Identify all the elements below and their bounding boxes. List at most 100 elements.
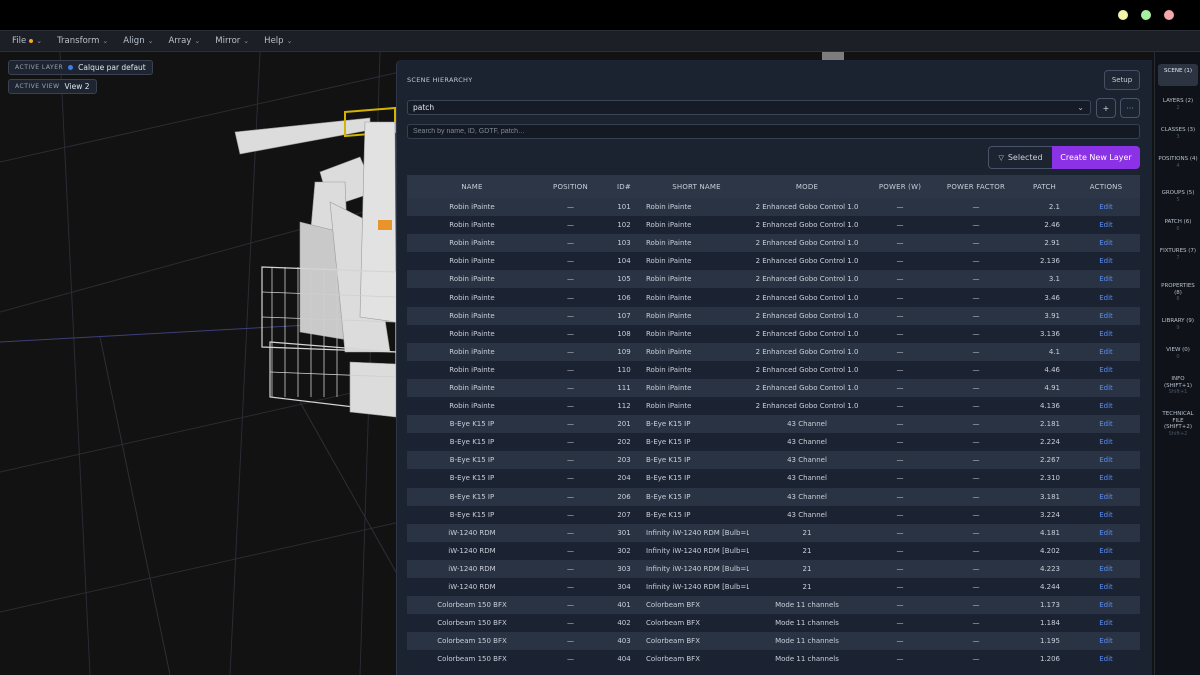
- edit-link[interactable]: Edit: [1099, 493, 1113, 501]
- sidebar-tab-fixtures[interactable]: FIXTURES (7) 7: [1158, 244, 1198, 272]
- column-header[interactable]: SHORT NAME: [644, 175, 749, 198]
- patch-cell: 4.223: [1017, 559, 1072, 578]
- maximize-button[interactable]: [1141, 10, 1151, 20]
- edit-link[interactable]: Edit: [1099, 221, 1113, 229]
- table-row[interactable]: iW-1240 RDM —302 Infinity iW-1240 RDM [Bul…: [407, 541, 1140, 560]
- table-row[interactable]: B-Eye K15 IP —204 B-Eye K15 IP 43 Channel — —…: [407, 469, 1140, 488]
- table-row[interactable]: Colorbeam 150 BFX —403 Colorbeam BFX Mode 1…: [407, 632, 1140, 651]
- sidebar-tab-view[interactable]: VIEW (0) 0: [1158, 343, 1198, 365]
- table-row[interactable]: iW-1240 RDM —301 Infinity iW-1240 RDM [Bul…: [407, 523, 1140, 542]
- table-row[interactable]: Robin iPainte —106 Robin iPainte 2 Enhanced…: [407, 288, 1140, 307]
- edit-link[interactable]: Edit: [1099, 637, 1113, 645]
- menu-align[interactable]: Align ⌄: [123, 36, 153, 46]
- sidebar-tab-patch[interactable]: PATCH (6) 6: [1158, 215, 1198, 237]
- table-row[interactable]: Robin iPainte —108 Robin iPainte 2 Enhanced…: [407, 324, 1140, 343]
- filter-selected-button[interactable]: ▽ Selected: [988, 146, 1052, 169]
- menu-array[interactable]: Array ⌄: [168, 36, 200, 46]
- fixture-id: 402: [604, 614, 644, 633]
- edit-link[interactable]: Edit: [1099, 257, 1113, 265]
- fixture-id: 302: [604, 541, 644, 560]
- table-row[interactable]: Robin iPainte —111 Robin iPainte 2 Enhanced…: [407, 378, 1140, 398]
- table-row[interactable]: Colorbeam 150 BFX —402 Colorbeam BFX Mode 1…: [407, 614, 1140, 633]
- table-row[interactable]: Colorbeam 150 BFX —401 Colorbeam BFX Mode 1…: [407, 596, 1140, 615]
- menu-transform[interactable]: Transform ⌄: [57, 36, 108, 46]
- menu-help[interactable]: Help ⌄: [264, 36, 292, 46]
- edit-link[interactable]: Edit: [1099, 655, 1113, 663]
- column-header[interactable]: POSITION: [537, 175, 604, 198]
- sidebar-tab-layers[interactable]: LAYERS (2) 2: [1158, 94, 1198, 116]
- sidebar-tab-groups[interactable]: GROUPS (5) 5: [1158, 186, 1198, 208]
- table-row[interactable]: Robin iPainte —110 Robin iPainte 2 Enhanced…: [407, 360, 1140, 379]
- sidebar-tab-technical[interactable]: TECHNICAL FILE (SHIFT+2) Shift+2: [1158, 407, 1198, 441]
- sidebar-tab-info[interactable]: INFO (SHIFT+1) Shift+1: [1158, 372, 1198, 400]
- edit-link[interactable]: Edit: [1099, 402, 1113, 410]
- edit-link[interactable]: Edit: [1099, 438, 1113, 446]
- add-button[interactable]: +: [1096, 98, 1116, 118]
- column-header[interactable]: NAME: [407, 175, 537, 198]
- active-layer-chip[interactable]: ACTIVE LAYER Calque par defaut: [8, 60, 153, 75]
- table-row[interactable]: Robin iPainte —103 Robin iPainte 2 Enhanced…: [407, 234, 1140, 253]
- edit-link[interactable]: Edit: [1099, 312, 1113, 320]
- table-row[interactable]: Robin iPainte —105 Robin iPainte 2 Enhanced…: [407, 270, 1140, 289]
- edit-link[interactable]: Edit: [1099, 348, 1113, 356]
- table-row[interactable]: Robin iPainte —104 Robin iPainte 2 Enhanced…: [407, 252, 1140, 271]
- edit-link[interactable]: Edit: [1099, 474, 1113, 482]
- edit-link[interactable]: Edit: [1099, 456, 1113, 464]
- table-row[interactable]: iW-1240 RDM —303 Infinity iW-1240 RDM [Bul…: [407, 559, 1140, 578]
- fixture-id: 201: [604, 415, 644, 434]
- view-mode-select[interactable]: patch ⌄: [407, 100, 1091, 115]
- edit-link[interactable]: Edit: [1099, 619, 1113, 627]
- table-row[interactable]: B-Eye K15 IP —207 B-Eye K15 IP 43 Channel — —…: [407, 505, 1140, 524]
- power-cell: —: [865, 650, 935, 669]
- actions-cell: Edit: [1072, 270, 1140, 289]
- table-row[interactable]: Robin iPainte —112 Robin iPainte 2 Enhanced…: [407, 397, 1140, 416]
- more-options-button[interactable]: ···: [1120, 98, 1140, 118]
- sidebar-tab-properties[interactable]: PROPERTIES (8) 8: [1158, 279, 1198, 307]
- edit-link[interactable]: Edit: [1099, 203, 1113, 211]
- sidebar-tab-library[interactable]: LIBRARY (9) 9: [1158, 314, 1198, 336]
- column-header[interactable]: POWER FACTOR: [935, 175, 1017, 198]
- table-row[interactable]: B-Eye K15 IP —202 B-Eye K15 IP 43 Channel — —…: [407, 433, 1140, 452]
- sidebar-tab-classes[interactable]: CLASSES (3) 3: [1158, 123, 1198, 145]
- active-view-chip[interactable]: ACTIVE VIEW View 2: [8, 79, 97, 94]
- menu-file[interactable]: File ⌄: [12, 36, 42, 46]
- edit-link[interactable]: Edit: [1099, 275, 1113, 283]
- sidebar-tab-scene[interactable]: SCENE (1): [1158, 64, 1198, 86]
- edit-link[interactable]: Edit: [1099, 366, 1113, 374]
- menu-transform-label: Transform: [57, 36, 100, 46]
- sidebar-tab-positions[interactable]: POSITIONS (4) 4: [1158, 152, 1198, 180]
- edit-link[interactable]: Edit: [1099, 529, 1113, 537]
- edit-link[interactable]: Edit: [1099, 547, 1113, 555]
- edit-link[interactable]: Edit: [1099, 239, 1113, 247]
- table-row[interactable]: Robin iPainte —107 Robin iPainte 2 Enhanced…: [407, 306, 1140, 325]
- edit-link[interactable]: Edit: [1099, 565, 1113, 573]
- edit-link[interactable]: Edit: [1099, 420, 1113, 428]
- close-button[interactable]: [1164, 10, 1174, 20]
- minimize-button[interactable]: [1118, 10, 1128, 20]
- edit-link[interactable]: Edit: [1099, 330, 1113, 338]
- edit-link[interactable]: Edit: [1099, 583, 1113, 591]
- column-header[interactable]: ID#: [604, 175, 644, 198]
- table-row[interactable]: Robin iPainte —109 Robin iPainte 2 Enhanced…: [407, 342, 1140, 361]
- column-header[interactable]: MODE: [749, 175, 865, 198]
- search-input[interactable]: [407, 124, 1140, 139]
- create-new-layer-button[interactable]: Create New Layer: [1052, 146, 1140, 169]
- table-row[interactable]: iW-1240 RDM —304 Infinity iW-1240 RDM [Bul…: [407, 577, 1140, 597]
- column-header[interactable]: PATCH: [1017, 175, 1072, 198]
- table-row[interactable]: Robin iPainte —101 Robin iPainte 2 Enhanced…: [407, 198, 1140, 217]
- column-header[interactable]: POWER (W): [865, 175, 935, 198]
- actions-cell: Edit: [1072, 505, 1140, 524]
- menu-mirror[interactable]: Mirror ⌄: [215, 36, 249, 46]
- edit-link[interactable]: Edit: [1099, 601, 1113, 609]
- edit-link[interactable]: Edit: [1099, 294, 1113, 302]
- edit-link[interactable]: Edit: [1099, 511, 1113, 519]
- column-header[interactable]: ACTIONS: [1072, 175, 1140, 198]
- setup-button[interactable]: Setup: [1104, 70, 1140, 90]
- table-row[interactable]: Colorbeam 150 BFX —404 Colorbeam BFX Mode 1…: [407, 650, 1140, 669]
- table-row[interactable]: Robin iPainte —102 Robin iPainte 2 Enhanced…: [407, 216, 1140, 235]
- table-row[interactable]: B-Eye K15 IP —203 B-Eye K15 IP 43 Channel — —…: [407, 451, 1140, 470]
- sidebar-tab-label: VIEW (0): [1166, 347, 1190, 353]
- table-row[interactable]: B-Eye K15 IP —201 B-Eye K15 IP 43 Channel — —…: [407, 415, 1140, 434]
- table-row[interactable]: B-Eye K15 IP —206 B-Eye K15 IP 43 Channel — —…: [407, 487, 1140, 506]
- edit-link[interactable]: Edit: [1099, 384, 1113, 392]
